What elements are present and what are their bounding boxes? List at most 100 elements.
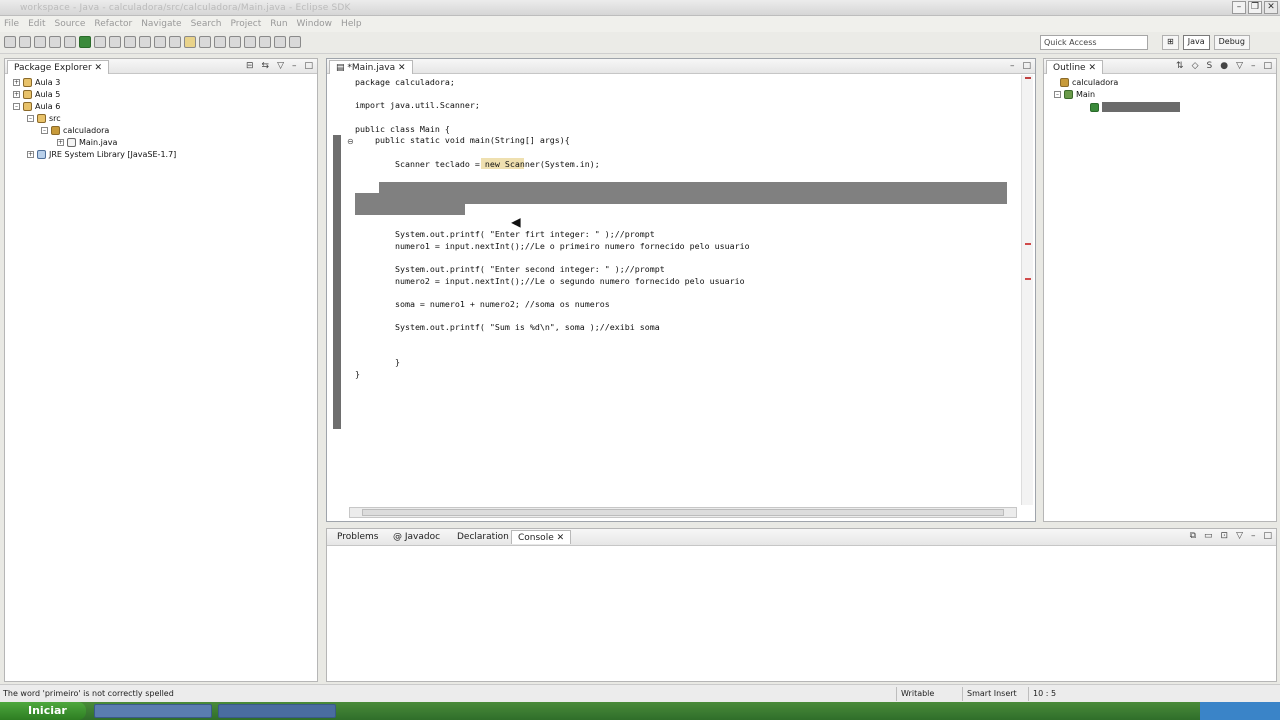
menu-refactor[interactable]: Refactor <box>94 19 132 29</box>
search-icon[interactable] <box>169 36 181 48</box>
tab-outline[interactable]: Outline ✕ <box>1046 60 1103 74</box>
menu-source[interactable]: Source <box>55 19 86 29</box>
window-title-bar: workspace - Java - calculadora/src/calcu… <box>0 0 1280 16</box>
menu-run[interactable]: Run <box>270 19 287 29</box>
minimize-view-icon[interactable]: – <box>1251 531 1256 541</box>
sort-icon[interactable]: ⇅ <box>1176 61 1184 71</box>
hide-static-icon[interactable]: S <box>1206 61 1212 71</box>
tree-item-aula3[interactable]: + Aula 3 <box>13 78 60 87</box>
hide-fields-icon[interactable]: ◇ <box>1192 61 1199 71</box>
fold-toggle-icon[interactable]: ⊖ <box>347 137 354 146</box>
forward-icon[interactable] <box>274 36 286 48</box>
block-selection-icon[interactable] <box>214 36 226 48</box>
close-icon[interactable]: ✕ <box>1088 63 1096 73</box>
new-class-icon[interactable] <box>139 36 151 48</box>
close-icon[interactable]: ✕ <box>398 63 406 73</box>
maximize-view-icon[interactable]: □ <box>304 61 313 71</box>
view-menu-icon[interactable]: ▽ <box>1236 531 1243 541</box>
open-perspective-icon[interactable]: ⊞ <box>1162 35 1179 50</box>
toggle-mark-occurrences-icon[interactable] <box>184 36 196 48</box>
view-menu-icon[interactable]: ▽ <box>1236 61 1243 71</box>
expand-toggle-icon[interactable]: + <box>13 91 20 98</box>
print-icon[interactable] <box>49 36 61 48</box>
new-java-project-icon[interactable] <box>109 36 121 48</box>
outline-item-class[interactable]: – Main <box>1054 90 1095 99</box>
save-icon[interactable] <box>19 36 31 48</box>
back-icon[interactable] <box>259 36 271 48</box>
debug-icon[interactable] <box>64 36 76 48</box>
pin-editor-icon[interactable] <box>289 36 301 48</box>
tab-console[interactable]: Console ✕ <box>511 530 572 544</box>
menu-navigate[interactable]: Navigate <box>141 19 181 29</box>
tree-item-calculadora[interactable]: – calculadora <box>41 126 109 135</box>
tab-javadoc[interactable]: @ Javadoc <box>387 530 446 544</box>
error-marker[interactable] <box>1025 278 1031 280</box>
outline-item-main-method[interactable] <box>1090 102 1180 112</box>
expand-toggle-icon[interactable]: + <box>13 79 20 86</box>
menu-project[interactable]: Project <box>230 19 261 29</box>
tab-declaration[interactable]: Declaration <box>451 530 515 544</box>
maximize-view-icon[interactable]: □ <box>1022 61 1031 71</box>
collapse-toggle-icon[interactable]: – <box>27 115 34 122</box>
quick-access-input[interactable]: Quick Access <box>1040 35 1148 50</box>
expand-toggle-icon[interactable]: + <box>57 139 64 146</box>
external-tools-icon[interactable] <box>94 36 106 48</box>
tree-item-main-java[interactable]: + Main.java <box>57 138 117 147</box>
menu-search[interactable]: Search <box>191 19 222 29</box>
close-icon[interactable]: ✕ <box>95 63 103 73</box>
close-icon[interactable]: ✕ <box>557 533 565 543</box>
link-with-editor-icon[interactable]: ⇆ <box>262 61 270 71</box>
tree-item-label: Aula 5 <box>35 90 61 99</box>
tree-item-aula6[interactable]: – Aula 6 <box>13 102 60 111</box>
close-window-button[interactable]: ✕ <box>1264 1 1278 14</box>
run-icon[interactable] <box>79 36 91 48</box>
error-marker[interactable] <box>1025 243 1031 245</box>
collapse-toggle-icon[interactable]: – <box>13 103 20 110</box>
perspective-java[interactable]: Java <box>1182 35 1210 50</box>
minimize-window-button[interactable]: – <box>1232 1 1246 14</box>
outline-item-package[interactable]: calculadora <box>1060 78 1118 87</box>
maximize-view-icon[interactable]: □ <box>1263 61 1272 71</box>
menu-help[interactable]: Help <box>341 19 362 29</box>
collapse-all-icon[interactable]: ⊟ <box>246 61 254 71</box>
tab-package-explorer[interactable]: Package Explorer ✕ <box>7 60 110 74</box>
menu-file[interactable]: File <box>4 19 19 29</box>
open-console-icon[interactable]: ⧉ <box>1190 531 1196 541</box>
horizontal-scrollbar[interactable] <box>349 507 1017 518</box>
start-button[interactable]: Iniciar <box>0 702 86 720</box>
menu-edit[interactable]: Edit <box>28 19 45 29</box>
error-overview-icon[interactable] <box>1025 77 1031 79</box>
tab-problems[interactable]: Problems <box>331 530 384 544</box>
new-icon[interactable] <box>4 36 16 48</box>
open-type-icon[interactable] <box>154 36 166 48</box>
minimize-view-icon[interactable]: – <box>1251 61 1256 71</box>
tree-item-jre[interactable]: + JRE System Library [JavaSE-1.7] <box>27 150 176 159</box>
minimize-view-icon[interactable]: – <box>1010 61 1015 71</box>
hide-nonpublic-icon[interactable]: ● <box>1220 61 1228 71</box>
tree-item-src[interactable]: – src <box>27 114 61 123</box>
code-area[interactable]: package calculadora; import java.util.Sc… <box>355 75 1007 499</box>
vertical-scrollbar[interactable] <box>1021 75 1033 505</box>
collapse-toggle-icon[interactable]: – <box>41 127 48 134</box>
maximize-view-icon[interactable]: □ <box>1263 531 1272 541</box>
pin-console-icon[interactable]: ⊡ <box>1221 531 1229 541</box>
tab-main-java[interactable]: ▤ *Main.java ✕ <box>329 60 413 74</box>
taskbar-button-app[interactable] <box>218 704 336 718</box>
display-console-icon[interactable]: ▭ <box>1204 531 1213 541</box>
previous-annotation-icon[interactable] <box>244 36 256 48</box>
next-annotation-icon[interactable] <box>229 36 241 48</box>
scrollbar-thumb[interactable] <box>362 509 1004 516</box>
perspective-debug[interactable]: Debug <box>1213 35 1250 50</box>
collapse-toggle-icon[interactable]: – <box>1054 91 1061 98</box>
new-package-icon[interactable] <box>124 36 136 48</box>
show-whitespace-icon[interactable] <box>199 36 211 48</box>
save-all-icon[interactable] <box>34 36 46 48</box>
code-line: public class Main { <box>355 124 450 134</box>
restore-window-button[interactable]: ❐ <box>1248 1 1262 14</box>
view-menu-icon[interactable]: ▽ <box>277 61 284 71</box>
taskbar-button-eclipse[interactable] <box>94 704 212 718</box>
menu-window[interactable]: Window <box>297 19 333 29</box>
minimize-view-icon[interactable]: – <box>292 61 297 71</box>
tree-item-aula5[interactable]: + Aula 5 <box>13 90 60 99</box>
expand-toggle-icon[interactable]: + <box>27 151 34 158</box>
